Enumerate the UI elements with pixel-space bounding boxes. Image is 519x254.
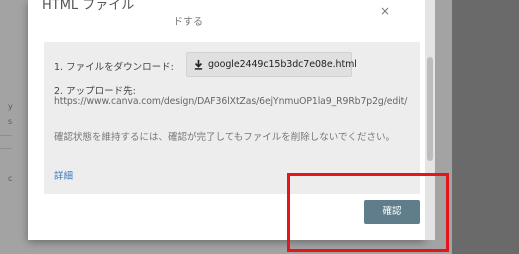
- dialog-header: HTML ファイル ドする ×: [28, 0, 425, 28]
- scrollbar-thumb[interactable]: [427, 57, 433, 161]
- step2-label: 2. アップロード先:: [54, 86, 136, 97]
- background-text-fragment: c: [8, 174, 13, 183]
- dialog-title: HTML ファイル: [42, 0, 135, 13]
- step1-label: 1. ファイルをダウンロード:: [54, 62, 174, 73]
- instructions-panel: 1. ファイルをダウンロード: google2449c15b3dc7e08e.h…: [44, 42, 420, 194]
- highlight-annotation-box: [287, 173, 449, 252]
- details-link[interactable]: 詳細: [54, 168, 73, 182]
- background-right-pane: [452, 0, 519, 254]
- download-file-button[interactable]: google2449c15b3dc7e08e.html: [186, 52, 357, 77]
- background-divider: [0, 135, 12, 136]
- upload-url: https://www.canva.com/design/DAF36lXtZas…: [54, 96, 408, 107]
- verification-note: 確認状態を維持するには、確認が完了してもファイルを削除しないでください。: [54, 132, 395, 143]
- dialog-subtitle: ドする: [173, 17, 203, 28]
- background-divider: [0, 148, 12, 149]
- close-icon[interactable]: ×: [378, 4, 392, 18]
- download-file-name: google2449c15b3dc7e08e.html: [208, 59, 357, 70]
- background-text-fragment: y: [8, 102, 13, 111]
- download-icon: [194, 59, 203, 70]
- background-text-fragment: s: [8, 117, 13, 126]
